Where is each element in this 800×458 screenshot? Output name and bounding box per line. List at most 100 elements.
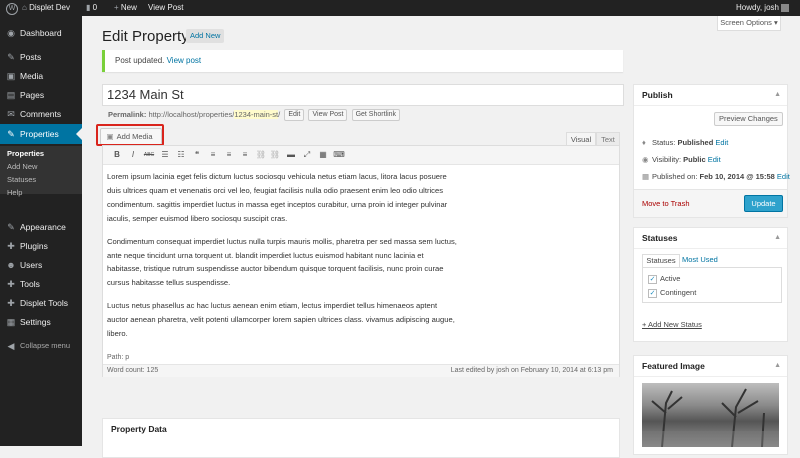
italic-button[interactable]: I xyxy=(127,149,139,161)
view-post-button[interactable]: View Post xyxy=(308,109,348,122)
status-checkbox-active[interactable]: ✓ Active xyxy=(648,273,680,284)
sidebar-item-appearance[interactable]: ✎ Appearance xyxy=(0,218,82,236)
blockquote-icon[interactable]: ❝ xyxy=(191,149,203,161)
sidebar-item-media[interactable]: ▣ Media xyxy=(0,67,82,85)
home-icon: ⌂ xyxy=(22,3,30,12)
align-right-icon[interactable]: ≡ xyxy=(239,149,251,161)
visibility-value: Public xyxy=(683,155,706,164)
submenu-statuses[interactable]: Statuses xyxy=(7,174,36,185)
permalink: Permalink: http://localhost/properties/1… xyxy=(108,109,401,122)
submenu-add-new[interactable]: Add New xyxy=(7,161,37,172)
sidebar-label: Posts xyxy=(20,52,42,62)
bullet-list-icon[interactable]: ☰ xyxy=(159,149,171,161)
paintbrush-icon: ✎ xyxy=(7,222,15,232)
featured-image-thumbnail[interactable] xyxy=(642,383,779,447)
submenu-help[interactable]: Help xyxy=(7,187,22,198)
link-icon[interactable]: ⛓ xyxy=(255,149,267,161)
permalink-label: Permalink: xyxy=(108,110,147,119)
sidebar-item-comments[interactable]: ✉ Comments xyxy=(0,105,82,123)
sidebar-item-plugins[interactable]: ✚ Plugins xyxy=(0,237,82,255)
permalink-base: http://localhost/properties/ xyxy=(148,110,235,119)
sidebar-label: Plugins xyxy=(20,241,48,251)
avatar xyxy=(781,3,790,12)
checkbox-icon: ✓ xyxy=(648,275,657,284)
admin-bar: W ⌂ Displet Dev ▮ 0 + New View Post Howd… xyxy=(0,0,800,16)
new-content-link[interactable]: + New xyxy=(114,0,137,16)
tab-text[interactable]: Text xyxy=(596,132,620,146)
site-name-link[interactable]: ⌂ Displet Dev xyxy=(22,0,70,16)
comments-link[interactable]: ▮ 0 xyxy=(86,0,97,16)
numbered-list-icon[interactable]: ☷ xyxy=(175,149,187,161)
settings-icon: ▦ xyxy=(6,317,16,327)
submenu-properties[interactable]: Properties xyxy=(7,148,44,159)
screen-options-button[interactable]: Screen Options ▾ xyxy=(717,16,781,31)
keyboard-icon[interactable]: ⌨ xyxy=(333,149,345,161)
sidebar-item-tools[interactable]: ✚ Tools xyxy=(0,275,82,293)
tab-most-used[interactable]: Most Used xyxy=(680,254,718,266)
sidebar-label: Settings xyxy=(20,317,51,327)
paragraph: Condimentum consequat imperdiet luctus n… xyxy=(107,236,457,288)
permalink-end: / xyxy=(278,110,281,119)
edit-permalink-button[interactable]: Edit xyxy=(284,109,305,122)
preview-changes-button[interactable]: Preview Changes xyxy=(714,112,783,126)
status-row: ♦ Status: Published Edit xyxy=(642,137,728,148)
pin-icon: ♦ xyxy=(642,138,646,147)
status-label: Status: xyxy=(652,138,676,147)
post-title-input[interactable]: 1234 Main St xyxy=(102,84,624,106)
edit-date-link[interactable]: Edit xyxy=(777,172,790,181)
published-label: Published on: xyxy=(652,172,698,181)
sidebar-item-pages[interactable]: ▤ Pages xyxy=(0,86,82,104)
get-shortlink-button[interactable]: Get Shortlink xyxy=(351,109,401,122)
sidebar-item-properties[interactable]: ✎ Properties xyxy=(0,124,82,144)
publish-actions: Move to Trash Update xyxy=(634,190,787,217)
status-label: Contingent xyxy=(660,288,697,297)
bold-button[interactable]: B xyxy=(111,149,123,161)
unlink-icon[interactable]: ⛓ xyxy=(269,149,281,161)
edit-visibility-link[interactable]: Edit xyxy=(708,155,721,164)
add-new-button[interactable]: Add New xyxy=(186,29,225,43)
view-post-link[interactable]: View Post xyxy=(148,0,183,16)
align-left-icon[interactable]: ≡ xyxy=(207,149,219,161)
sidebar-item-posts[interactable]: ✎ Posts xyxy=(0,48,82,66)
update-button[interactable]: Update xyxy=(744,195,783,212)
last-edited: Last edited by josh on February 10, 2014… xyxy=(450,367,613,374)
highlight-box xyxy=(96,124,164,146)
media-icon: ▣ xyxy=(6,71,16,81)
toggle-arrow-icon[interactable]: ▲ xyxy=(774,85,781,105)
checkbox-icon: ✓ xyxy=(648,289,657,298)
pages-icon: ▤ xyxy=(6,90,16,100)
sidebar-item-settings[interactable]: ▦ Settings xyxy=(0,313,82,331)
tab-all-statuses[interactable]: Statuses xyxy=(642,254,680,267)
sidebar-item-dashboard[interactable]: ◉ Dashboard xyxy=(0,24,82,42)
featured-image-box: Featured Image ▲ xyxy=(633,355,788,455)
read-more-icon[interactable]: ▬ xyxy=(285,149,297,161)
visibility-row: ◉ Visibility: Public Edit xyxy=(642,154,721,165)
kitchen-sink-icon[interactable]: ▦ xyxy=(317,149,329,161)
pushpin-icon: ✎ xyxy=(7,129,15,139)
divider xyxy=(634,376,787,377)
edit-status-link[interactable]: Edit xyxy=(715,138,728,147)
status-checkbox-contingent[interactable]: ✓ Contingent xyxy=(648,287,696,298)
align-center-icon[interactable]: ≡ xyxy=(223,149,235,161)
strikethrough-button[interactable]: ABC xyxy=(143,149,155,161)
toggle-arrow-icon[interactable]: ▲ xyxy=(774,228,781,248)
wordpress-logo-icon[interactable]: W xyxy=(6,0,18,16)
add-new-status-link[interactable]: + Add New Status xyxy=(642,319,702,330)
paragraph: Luctus netus phasellus ac hac luctus aen… xyxy=(107,301,455,339)
collapse-menu-button[interactable]: ◀ Collapse menu xyxy=(0,337,82,355)
sidebar-item-displet-tools[interactable]: ✚ Displet Tools xyxy=(0,294,82,312)
howdy-user-link[interactable]: Howdy, josh xyxy=(736,0,790,16)
editor-content[interactable]: Lorem ipsum lacinia eget felis dictum lu… xyxy=(107,170,459,350)
divider xyxy=(634,105,787,106)
statuses-checklist: ✓ Active ✓ Contingent xyxy=(642,267,782,303)
statuses-box: Statuses ▲ Statuses Most Used ✓ Active ✓ C… xyxy=(633,227,788,342)
tab-visual[interactable]: Visual xyxy=(566,132,596,146)
featured-image-title: Featured Image xyxy=(642,361,705,371)
move-to-trash-link[interactable]: Move to Trash xyxy=(642,199,690,208)
paragraph: Lorem ipsum lacinia eget felis dictum lu… xyxy=(107,172,448,223)
sidebar-label: Collapse menu xyxy=(20,341,71,350)
view-post-notice-link[interactable]: View post xyxy=(167,56,202,65)
fullscreen-icon[interactable]: ⤢ xyxy=(301,149,313,161)
toggle-arrow-icon[interactable]: ▲ xyxy=(774,356,781,376)
sidebar-item-users[interactable]: ☻ Users xyxy=(0,256,82,274)
